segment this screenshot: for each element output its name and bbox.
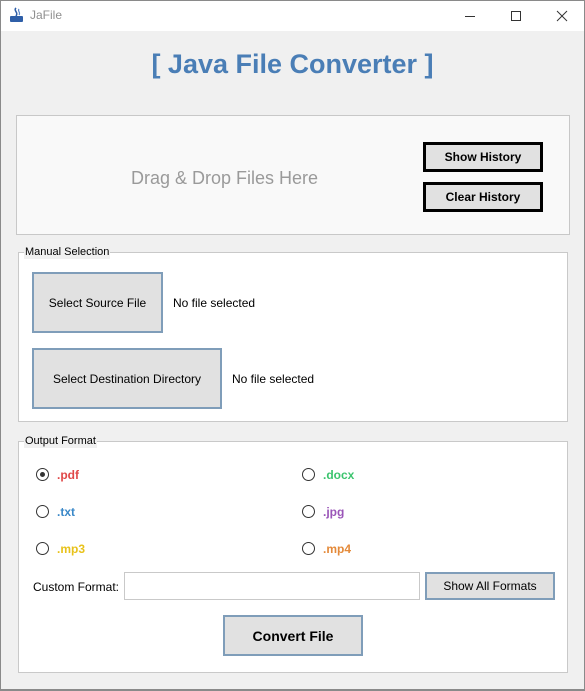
app-heading: [ Java File Converter ] xyxy=(151,49,434,79)
radio-label-txt: .txt xyxy=(57,505,75,519)
close-button[interactable] xyxy=(539,1,585,31)
manual-selection-legend: Manual Selection xyxy=(24,245,111,259)
radio-label-docx: .docx xyxy=(323,468,355,482)
destination-directory-status: No file selected xyxy=(232,372,315,386)
radio-button-icon xyxy=(302,468,315,481)
java-app-icon xyxy=(10,7,23,22)
title-bar[interactable]: JaFile xyxy=(1,1,584,31)
window-title: JaFile xyxy=(30,8,63,22)
show-all-formats-button[interactable]: Show All Formats xyxy=(425,572,555,600)
show-history-button[interactable]: Show History xyxy=(423,142,543,172)
clear-history-button[interactable]: Clear History xyxy=(423,182,543,212)
select-source-file-button[interactable]: Select Source File xyxy=(32,272,163,333)
source-file-status: No file selected xyxy=(173,296,256,310)
radio-button-icon xyxy=(302,542,315,555)
custom-format-input[interactable] xyxy=(124,572,420,600)
radio-label-mp4: .mp4 xyxy=(323,542,352,556)
radio-label-mp3: .mp3 xyxy=(57,542,86,556)
drop-zone-text: Drag & Drop Files Here xyxy=(131,168,319,188)
minimize-button[interactable] xyxy=(447,1,493,31)
maximize-button[interactable] xyxy=(493,1,539,31)
output-format-legend: Output Format xyxy=(24,434,97,448)
radio-button-icon xyxy=(302,505,315,518)
select-destination-directory-button[interactable]: Select Destination Directory xyxy=(32,348,222,409)
radio-button-icon xyxy=(36,505,49,518)
minimize-icon xyxy=(465,16,475,17)
drop-zone[interactable]: Drag & Drop Files Here Show History Clea… xyxy=(16,115,570,235)
maximize-icon xyxy=(511,11,521,21)
radio-label-jpg: .jpg xyxy=(323,505,345,519)
radio-button-icon xyxy=(36,468,49,481)
custom-format-label: Custom Format: xyxy=(33,580,120,594)
radio-label-pdf: .pdf xyxy=(57,468,79,482)
output-format-group: Output Format .pdf .docx .txt .jpg .mp3 … xyxy=(18,434,568,673)
manual-selection-group: Manual Selection Select Source File No f… xyxy=(18,245,568,422)
app-window: JaFile [ Java File Converter ] Drag & Dr… xyxy=(0,0,585,691)
convert-file-button[interactable]: Convert File xyxy=(223,615,363,656)
radio-button-icon xyxy=(36,542,49,555)
close-icon xyxy=(556,10,568,22)
